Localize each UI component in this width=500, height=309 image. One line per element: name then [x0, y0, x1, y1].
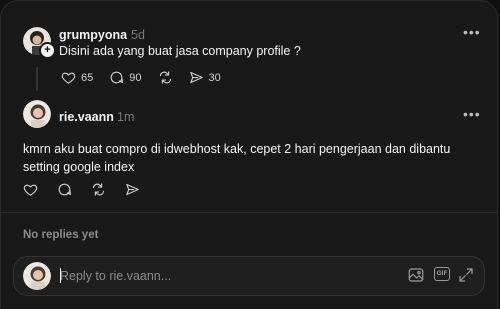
avatar-image — [23, 262, 51, 290]
like-button[interactable] — [23, 182, 38, 197]
text-caret — [60, 268, 61, 283]
composer-avatar — [23, 262, 51, 290]
post-text: Disini ada yang buat jasa company profil… — [59, 44, 301, 58]
repost-icon — [159, 71, 171, 84]
expand-icon — [459, 268, 473, 282]
post-time: 5d — [131, 28, 145, 42]
reply-count: 90 — [129, 71, 142, 84]
gif-button[interactable]: GIF — [434, 267, 450, 281]
more-icon[interactable]: ••• — [463, 107, 481, 121]
share-icon — [189, 71, 203, 84]
follow-plus-icon[interactable]: + — [39, 42, 56, 59]
image-icon — [408, 268, 424, 282]
comment-icon — [58, 183, 71, 196]
reply-text: kmrn aku buat compro di idwebhost kak, c… — [23, 142, 451, 174]
more-icon[interactable]: ••• — [463, 25, 481, 39]
divider — [1, 212, 497, 213]
comment-button[interactable]: 90 — [109, 70, 142, 85]
heart-icon — [61, 72, 76, 84]
reply-actions — [23, 182, 156, 197]
heart-icon — [23, 184, 38, 196]
post-actions: 65 90 30 — [61, 70, 237, 85]
avatar-image — [23, 100, 51, 128]
expand-button[interactable] — [457, 266, 475, 284]
share-count: 30 — [208, 71, 221, 84]
comment-button[interactable] — [57, 182, 72, 197]
share-button[interactable] — [125, 182, 140, 197]
share-button[interactable]: 30 — [189, 70, 221, 85]
thread-line — [36, 67, 38, 91]
attach-image-button[interactable] — [407, 266, 425, 284]
repost-button[interactable] — [91, 182, 106, 197]
reply-username[interactable]: rie.vaann — [59, 110, 114, 124]
no-replies-label: No replies yet — [23, 229, 99, 241]
comment-icon — [110, 71, 124, 84]
share-icon — [126, 183, 139, 196]
avatar-rie-vaann[interactable] — [23, 100, 51, 128]
reply-input[interactable] — [60, 266, 330, 286]
repost-button[interactable] — [158, 70, 173, 85]
thread-panel: + grumpyona 5d ••• Disini ada yang buat … — [0, 0, 498, 309]
reply-composer[interactable]: GIF — [13, 256, 485, 296]
like-button[interactable]: 65 — [61, 70, 93, 85]
reply-time: 1m — [117, 110, 135, 124]
like-count: 65 — [81, 71, 94, 84]
repost-icon — [92, 183, 105, 196]
post-username[interactable]: grumpyona — [59, 28, 127, 42]
